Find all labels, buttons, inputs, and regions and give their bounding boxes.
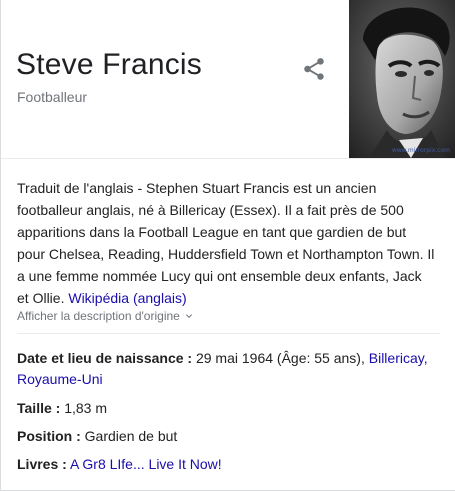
description-text: Traduit de l'anglais - Stephen Stuart Fr… [17, 180, 435, 306]
fact-position-value: Gardien de but [80, 428, 178, 444]
entity-subtitle: Footballeur [17, 89, 88, 105]
share-icon [304, 58, 324, 80]
fact-books: Livres : A Gr8 LIfe... Live It Now! [17, 454, 222, 475]
header-divider [1, 158, 455, 159]
fact-height-value: 1,83 m [60, 400, 108, 416]
share-button[interactable] [301, 56, 327, 82]
knowledge-panel: Steve Francis Footballeur www.mirrorpix.… [0, 0, 455, 491]
entity-title: Steve Francis [16, 48, 202, 81]
show-original-button[interactable]: Afficher la description d'origine [17, 308, 195, 324]
entity-description: Traduit de l'anglais - Stephen Stuart Fr… [17, 177, 437, 309]
chevron-down-icon [185, 314, 192, 318]
fact-books-label: Livres : [17, 456, 67, 472]
portrait-image [349, 0, 455, 158]
wikipedia-link[interactable]: Wikipédia (anglais) [68, 290, 186, 306]
photo-watermark: www.mirrorpix.com [391, 147, 450, 154]
show-original-label: Afficher la description d'origine [17, 309, 180, 323]
book-link[interactable]: A Gr8 LIfe... Live It Now! [70, 456, 222, 472]
fact-birth: Date et lieu de naissance : 29 mai 1964 … [17, 348, 442, 390]
fact-position-label: Position : [17, 428, 81, 444]
entity-photo[interactable]: www.mirrorpix.com [349, 0, 455, 158]
section-divider [17, 333, 440, 334]
fact-birth-label: Date et lieu de naissance : [17, 350, 193, 366]
fact-birth-value: 29 mai 1964 (Âge: 55 ans), [192, 350, 369, 366]
fact-height: Taille : 1,83 m [17, 398, 107, 419]
panel-header: Steve Francis Footballeur www.mirrorpix.… [1, 0, 455, 158]
fact-height-label: Taille : [17, 400, 61, 416]
fact-position: Position : Gardien de but [17, 426, 177, 447]
